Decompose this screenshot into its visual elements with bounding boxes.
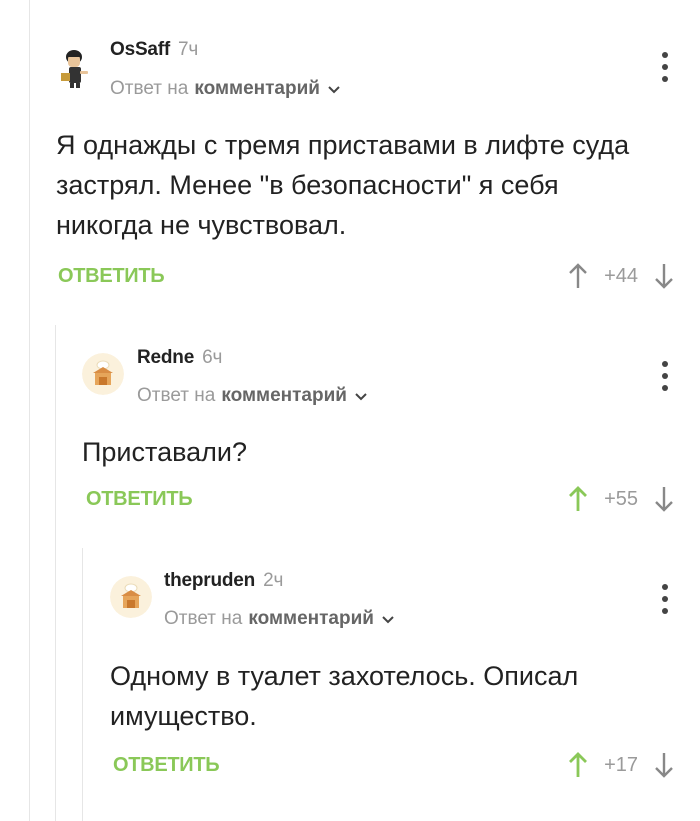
comment-author[interactable]: OsSaff 7ч [110, 39, 198, 61]
vote-controls: +55 [568, 485, 674, 513]
comment-time: 6ч [202, 347, 223, 368]
comment-text: Я однажды с тремя приставами в лифте суд… [56, 130, 630, 240]
comment-text: Приставали? [82, 437, 247, 467]
reply-to-link[interactable]: Ответ на комментарий [110, 78, 340, 100]
reply-button[interactable]: ОТВЕТИТЬ [58, 265, 165, 288]
user-avatar-icon [82, 353, 124, 395]
comment-author[interactable]: Redne 6ч [137, 347, 222, 369]
author-name[interactable]: thepruden [164, 570, 255, 591]
reply-button[interactable]: ОТВЕТИТЬ [86, 488, 193, 511]
chevron-down-icon[interactable] [382, 613, 394, 625]
vote-controls: +17 [568, 751, 674, 779]
rating-count: +17 [604, 753, 638, 776]
arrow-down-icon[interactable] [654, 751, 674, 779]
thread-line [29, 0, 30, 821]
comment-time: 7ч [178, 39, 199, 60]
reply-to-target[interactable]: комментарий [248, 608, 374, 630]
avatar[interactable] [56, 45, 96, 89]
arrow-up-icon[interactable] [568, 751, 588, 779]
reply-to-link[interactable]: Ответ на комментарий [137, 385, 367, 407]
reply-to-link[interactable]: Ответ на комментарий [164, 608, 394, 630]
chevron-down-icon[interactable] [355, 390, 367, 402]
reply-to-target[interactable]: комментарий [194, 78, 320, 100]
chevron-down-icon[interactable] [328, 83, 340, 95]
rating-count: +55 [604, 487, 638, 510]
user-avatar-icon [61, 50, 88, 88]
thread-line [82, 548, 83, 821]
arrow-up-icon[interactable] [568, 485, 588, 513]
arrow-up-icon[interactable] [568, 262, 588, 290]
thread-line [55, 325, 56, 821]
reply-to-target[interactable]: комментарий [221, 385, 347, 407]
comment-text: Одному в туалет захотелось. Описал имуще… [110, 661, 579, 731]
author-name[interactable]: Redne [137, 347, 194, 368]
vote-controls: +44 [568, 262, 674, 290]
reply-to-prefix: Ответ на [137, 385, 216, 406]
reply-to-prefix: Ответ на [164, 608, 243, 629]
comment-time: 2ч [263, 570, 284, 591]
arrow-down-icon[interactable] [654, 262, 674, 290]
more-vertical-icon[interactable] [661, 361, 669, 391]
avatar[interactable] [82, 353, 124, 395]
rating-count: +44 [604, 264, 638, 287]
author-name[interactable]: OsSaff [110, 39, 170, 60]
comment-author[interactable]: thepruden 2ч [164, 570, 283, 592]
avatar[interactable] [110, 576, 152, 618]
more-vertical-icon[interactable] [661, 584, 669, 614]
arrow-down-icon[interactable] [654, 485, 674, 513]
reply-to-prefix: Ответ на [110, 78, 189, 99]
reply-button[interactable]: ОТВЕТИТЬ [113, 754, 220, 777]
more-vertical-icon[interactable] [661, 52, 669, 82]
user-avatar-icon [110, 576, 152, 618]
